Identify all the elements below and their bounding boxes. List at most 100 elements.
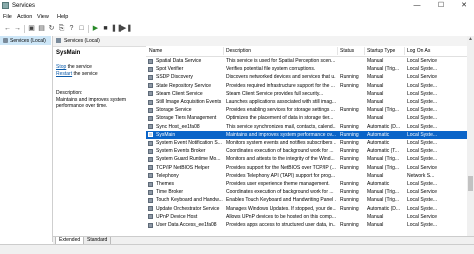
service-logon-cell: Local Syste...	[407, 148, 438, 155]
service-logon-cell: Local Service	[407, 58, 438, 64]
services-panel: Services (Local) SysMain Stop the servic…	[53, 36, 474, 242]
service-status-cell: Running	[340, 107, 359, 114]
menu-file[interactable]: File	[3, 14, 12, 20]
forward-icon[interactable]: →	[13, 25, 22, 33]
refresh-icon[interactable]: ↻	[47, 25, 56, 33]
service-row[interactable]: Storage Tiers Management Optimizes the pl…	[146, 114, 467, 122]
column-header-startup-type[interactable]: Startup Type	[367, 48, 395, 54]
service-status-cell: Running	[340, 205, 359, 212]
minimize-button[interactable]: —	[409, 1, 425, 11]
menu-help[interactable]: Help	[57, 14, 68, 20]
restart-service-line: Restart the service	[56, 71, 98, 77]
service-row[interactable]: Spatial Data Service This service is used…	[146, 57, 467, 65]
service-startup-cell: Automatic (D...	[367, 123, 401, 130]
close-button[interactable]: ✕	[456, 1, 472, 11]
service-row[interactable]: System Event Notification S... Monitors s…	[146, 139, 467, 147]
restart-icon[interactable]: ▶❚	[121, 25, 132, 33]
service-gear-icon	[148, 140, 153, 146]
service-row[interactable]: Still Image Acquisition Events Launches a…	[146, 98, 467, 106]
service-description-cell: This service synchronizes mail, contacts…	[226, 123, 336, 130]
service-row[interactable]: System Events Broker Coordinates executio…	[146, 147, 467, 155]
gear-icon	[3, 38, 8, 43]
service-row[interactable]: Themes Provides user experience theme man…	[146, 180, 467, 188]
service-row[interactable]: TCP/IP NetBIOS Helper Provides support fo…	[146, 164, 467, 172]
service-row[interactable]: Storage Service Provides enabling service…	[146, 106, 467, 114]
service-gear-icon	[148, 189, 153, 195]
service-startup-cell: Automatic	[367, 181, 390, 187]
service-description-cell: Provides Telephony API (TAPI) support fo…	[226, 172, 336, 179]
service-row[interactable]: User Data Access_ee1fa08 Provides apps ac…	[146, 221, 467, 229]
column-divider[interactable]	[364, 47, 365, 55]
console-tree-icon[interactable]: ▣	[27, 25, 36, 33]
service-row[interactable]: System Guard Runtime Mo... Monitors and a…	[146, 155, 467, 163]
scroll-up-icon[interactable]: ▲	[467, 36, 474, 43]
service-status-cell: Running	[340, 123, 359, 130]
service-logon-cell: Local Syste...	[407, 140, 438, 146]
service-row[interactable]: Time Broker Coordinates execution of back…	[146, 188, 467, 196]
service-gear-icon	[148, 115, 153, 121]
services-list[interactable]: Name Description Status Startup Type Log…	[146, 46, 467, 242]
back-icon[interactable]: ←	[3, 25, 12, 33]
service-description-cell: This service is used for Spatial Percept…	[226, 58, 336, 64]
scrollbar-thumb[interactable]	[468, 176, 473, 191]
column-header-description[interactable]: Description	[226, 48, 251, 54]
service-logon-cell: Local Syste...	[407, 107, 438, 114]
service-row[interactable]: State Repository Service Provides require…	[146, 82, 467, 90]
service-description-cell: Provides user experience theme managemen…	[226, 181, 330, 187]
menu-bar: File Action View Help	[0, 12, 474, 22]
service-startup-cell: Manual	[367, 74, 384, 81]
service-description-cell: Maintains and improves system performanc…	[226, 131, 336, 138]
properties-icon[interactable]: ▤	[37, 25, 46, 33]
help-icon[interactable]: ?	[67, 25, 76, 33]
service-row[interactable]: Steam Client Service Steam Client Service…	[146, 90, 467, 98]
service-row[interactable]: UPnP Device Host Allows UPnP devices to b…	[146, 213, 467, 221]
service-logon-cell: Local Syste...	[407, 131, 438, 138]
service-gear-icon	[148, 66, 153, 72]
service-startup-cell: Manual	[367, 90, 384, 97]
maximize-button[interactable]: ☐	[433, 1, 449, 11]
menu-view[interactable]: View	[37, 14, 49, 20]
service-status-cell: Running	[340, 148, 359, 155]
tree-item-services-local[interactable]: Services (Local)	[0, 36, 51, 45]
menu-action[interactable]: Action	[17, 14, 32, 20]
service-row[interactable]: Spot Verifier Verifies potential file sys…	[146, 65, 467, 73]
service-gear-icon	[148, 91, 153, 97]
service-name-cell: System Events Broker	[156, 148, 206, 155]
stop-service-link[interactable]: Stop	[56, 64, 66, 70]
service-startup-cell: Manual	[367, 115, 384, 122]
service-row[interactable]: SysMain Maintains and improves system per…	[146, 130, 467, 139]
column-divider[interactable]	[223, 47, 224, 55]
export-icon[interactable]: ⎘	[57, 25, 66, 33]
stop-icon[interactable]: ■	[101, 25, 110, 33]
service-startup-cell: Manual (Trig...	[367, 197, 400, 204]
service-name-cell: User Data Access_ee1fa08	[156, 222, 217, 228]
service-name-cell: SysMain	[156, 131, 176, 138]
restart-service-link[interactable]: Restart	[56, 71, 72, 77]
service-row[interactable]: Update Orchestrator Service Manages Windo…	[146, 205, 467, 213]
pause-icon[interactable]: ❚❚	[111, 25, 123, 33]
column-divider[interactable]	[404, 47, 405, 55]
service-description-cell: Enables Touch Keyboard and Handwriting P…	[226, 197, 336, 204]
service-logon-cell: Local Syste...	[407, 205, 438, 212]
column-header-status[interactable]: Status	[340, 48, 354, 54]
service-row[interactable]: Sync Host_ee1fa08 This service synchroniz…	[146, 123, 467, 131]
service-row[interactable]: Telephony Provides Telephony API (TAPI) s…	[146, 172, 467, 180]
service-startup-cell: Manual	[367, 213, 384, 220]
start-icon[interactable]: ▶	[91, 25, 100, 33]
column-header-log-on-as[interactable]: Log On As	[407, 48, 430, 54]
service-row[interactable]: SSDP Discovery Discovers networked device…	[146, 73, 467, 81]
column-header-name[interactable]: Name	[149, 48, 162, 54]
info-icon[interactable]: □	[77, 25, 86, 33]
column-divider[interactable]	[337, 47, 338, 55]
stop-service-line: Stop the service	[56, 64, 92, 70]
service-row[interactable]: Touch Keyboard and Handw... Enables Touch…	[146, 196, 467, 204]
vertical-scrollbar[interactable]: ▲ ▼	[467, 36, 474, 242]
service-description-cell: Provides apps access to structured user …	[226, 222, 336, 228]
service-gear-icon	[148, 58, 153, 64]
service-gear-icon	[148, 173, 153, 179]
description-text: Maintains and improves system performanc…	[56, 97, 127, 109]
service-description-cell: Allows UPnP devices to be hosted on this…	[226, 213, 336, 220]
service-logon-cell: Local Syste...	[407, 82, 438, 89]
restart-service-suffix: the service	[72, 71, 98, 77]
service-name-cell: Themes	[156, 181, 175, 187]
